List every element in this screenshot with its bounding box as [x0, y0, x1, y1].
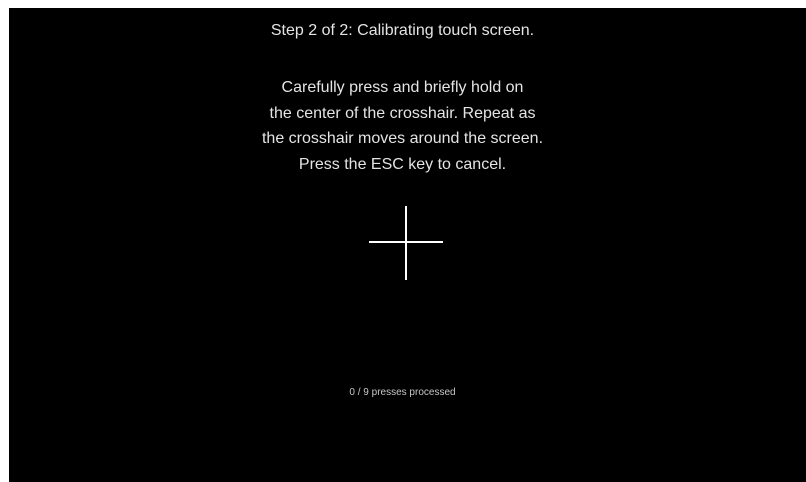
progress-status: 0 / 9 presses processed	[349, 387, 456, 398]
instruction-line: Carefully press and briefly hold on	[281, 79, 524, 96]
instruction-line: the center of the crosshair. Repeat as	[269, 104, 536, 122]
crosshair-target[interactable]	[369, 206, 443, 280]
instructions-block: Carefully press and briefly hold on the …	[9, 75, 796, 177]
instruction-line: Press the ESC key to cancel.	[298, 155, 507, 173]
crosshair-vertical-line	[405, 206, 407, 280]
instruction-line: the crosshair moves around the screen.	[261, 130, 544, 147]
calibration-screen[interactable]: Step 2 of 2: Calibrating touch screen. C…	[9, 8, 806, 482]
step-title: Step 2 of 2: Calibrating touch screen.	[270, 22, 535, 39]
